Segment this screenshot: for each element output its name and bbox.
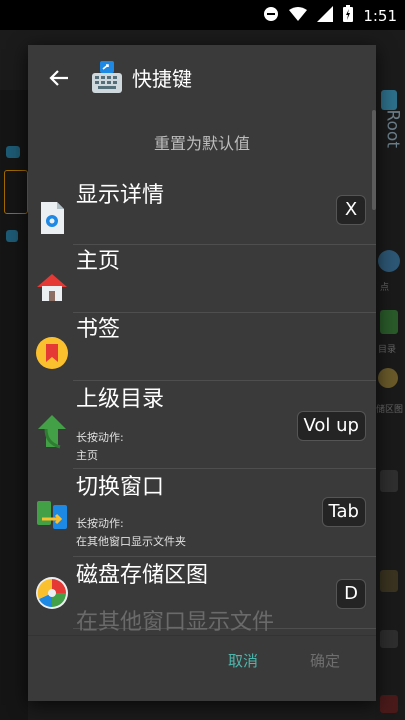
shortcut-list[interactable]: 重置为默认值 显示详情 X 主页 书签 上级目录 长按动作: 主页 Vol up… (28, 110, 376, 635)
long-press-title: 长按动作: (76, 431, 124, 444)
background-tile-1 (380, 470, 398, 492)
cancel-button[interactable]: 取消 (228, 650, 258, 671)
shortcuts-dialog: 快捷键 重置为默认值 显示详情 X 主页 书签 上级目录 长按动作: 主页 Vo… (28, 45, 376, 701)
dialog-header: 快捷键 (28, 45, 376, 110)
shortcut-label: 显示详情 (76, 183, 165, 208)
shortcut-item-bookmarks[interactable]: 书签 (28, 313, 376, 381)
shortcut-label: 主页 (76, 249, 121, 274)
wifi-icon (289, 6, 308, 25)
info-file-icon (34, 200, 70, 236)
shortcut-key-badge[interactable]: X (336, 195, 366, 225)
background-up-icon (380, 310, 398, 334)
shortcut-item-partial[interactable]: 在其他窗口显示文件 (76, 604, 274, 635)
status-icons: 1:51 (263, 5, 397, 26)
background-root-label: Root (383, 109, 403, 148)
background-disk-icon (378, 368, 398, 388)
disk-map-icon (34, 575, 70, 611)
shortcut-label: 切换窗口 (76, 475, 165, 500)
up-arrow-icon (34, 413, 70, 449)
keyboard-shortcut-icon (90, 59, 124, 95)
background-gear-icon (378, 250, 400, 272)
background-label-3: 储区图 (376, 405, 404, 415)
signal-icon (317, 5, 334, 26)
status-time: 1:51 (363, 6, 397, 25)
status-bar: 1:51 (0, 0, 405, 30)
ok-button[interactable]: 确定 (310, 650, 340, 671)
home-icon (34, 269, 70, 305)
battery-icon (343, 5, 354, 26)
long-press-value: 主页 (76, 449, 98, 462)
bookmark-icon (34, 335, 70, 371)
background-selected-item (4, 170, 28, 214)
shortcut-item-home[interactable]: 主页 (28, 245, 376, 313)
dialog-footer: 取消 确定 (28, 635, 376, 702)
background-label-1: 点 (380, 283, 390, 293)
back-button[interactable] (44, 63, 74, 93)
background-tile-4 (380, 695, 398, 713)
background-label-2: 目录 (378, 345, 397, 355)
long-press-value: 在其他窗口显示文件夹 (76, 535, 186, 548)
shortcut-key-badge[interactable]: D (336, 579, 366, 609)
shortcut-label: 磁盘存储区图 (76, 563, 209, 588)
shortcut-key-badge[interactable]: Vol up (296, 411, 366, 441)
long-press-title: 长按动作: (76, 517, 124, 530)
shortcut-label: 上级目录 (76, 387, 165, 412)
shortcut-item-switch-window[interactable]: 切换窗口 长按动作: 在其他窗口显示文件夹 Tab (28, 469, 376, 557)
shortcut-label: 书签 (76, 317, 121, 342)
switch-window-icon (34, 497, 70, 533)
shortcut-key-badge[interactable]: Tab (321, 497, 366, 527)
shortcut-item-show-details[interactable]: 显示详情 X (28, 175, 376, 245)
do-not-disturb-icon (263, 6, 279, 26)
dialog-title: 快捷键 (132, 67, 192, 91)
background-tile-3 (380, 630, 398, 648)
reset-to-default-button[interactable]: 重置为默认值 (28, 130, 376, 154)
background-folder-icon (6, 146, 20, 158)
arrow-left-icon (49, 70, 68, 86)
background-folder-icon-2 (6, 230, 18, 242)
background-file-icon (381, 90, 397, 110)
shortcut-item-parent-dir[interactable]: 上级目录 长按动作: 主页 Vol up (28, 381, 376, 469)
background-tile-2 (380, 570, 398, 592)
